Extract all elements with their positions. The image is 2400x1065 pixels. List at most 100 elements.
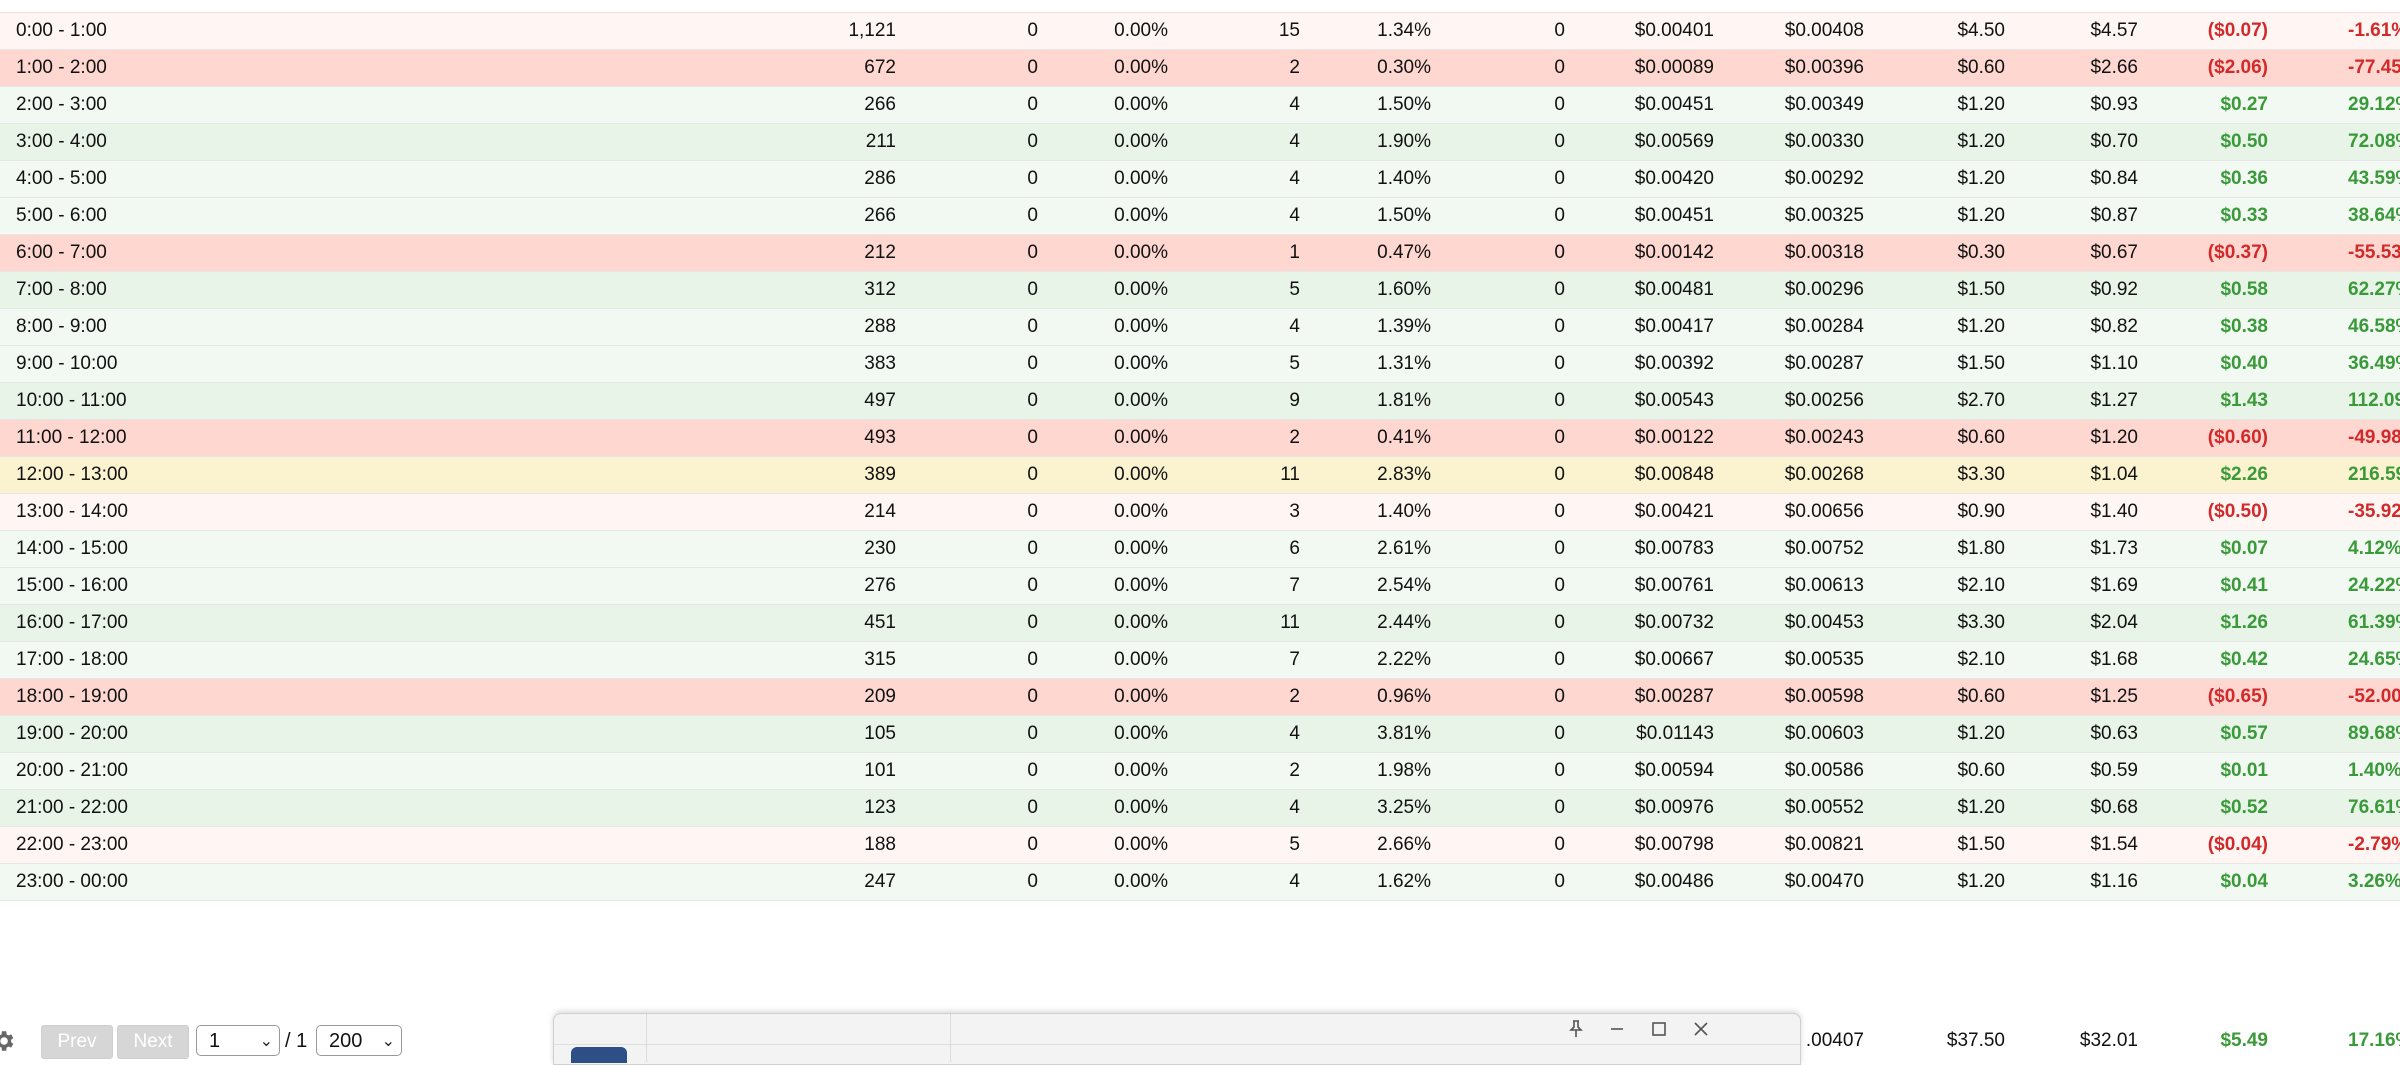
cpc-cell: $0.00408 [1784,20,1864,41]
per-page-select[interactable]: 200 ⌄ [316,1025,402,1056]
revenue-cell: $0.90 [1957,501,2005,522]
revenue-cell: $1.50 [1957,353,2005,374]
epc-cell: $0.00089 [1634,57,1714,78]
table-row[interactable]: 0:00 - 1:00 1,121 0 0.00% 15 1.34% 0 $0.00401 $0… [0,13,2400,50]
cost-cell: $1.54 [2090,834,2138,855]
conversion-rate-cell: 0.00% [1114,575,1168,596]
prev-page-button[interactable]: Prev [41,1025,113,1059]
table-row[interactable]: 5:00 - 6:00 266 0 0.00% 4 1.50% 0 $0.00451 $0.00… [0,198,2400,235]
page-select[interactable]: 1 ⌄ [196,1025,280,1056]
visits-cell: 105 [864,723,896,744]
maximize-icon[interactable] [1647,1017,1671,1041]
cpc-cell: $0.00552 [1784,797,1864,818]
table-row[interactable]: 22:00 - 23:00 188 0 0.00% 5 2.66% 0 $0.00798 $0.… [0,827,2400,864]
table-row[interactable]: 21:00 - 22:00 123 0 0.00% 4 3.25% 0 $0.00976 $0.… [0,790,2400,827]
time-cell: 18:00 - 19:00 [16,686,128,707]
total-cpc: .00407 [1805,1030,1864,1051]
conversion-rate-cell: 0.00% [1114,353,1168,374]
epc-cell: $0.01143 [1636,723,1714,744]
epc-cell: $0.00392 [1634,353,1714,374]
close-icon[interactable] [1689,1017,1713,1041]
count-cell: 0 [1554,464,1565,485]
roi-cell: 43.59% [2348,168,2400,189]
conversions-cell: 0 [1027,316,1038,337]
epc-cell: $0.00417 [1634,316,1714,337]
revenue-cell: $1.80 [1957,538,2005,559]
table-row[interactable]: 8:00 - 9:00 288 0 0.00% 4 1.39% 0 $0.00417 $0.00… [0,309,2400,346]
table-row[interactable]: 13:00 - 14:00 214 0 0.00% 3 1.40% 0 $0.00421 $0.… [0,494,2400,531]
revenue-cell: $2.10 [1957,649,2005,670]
table-row[interactable]: 6:00 - 7:00 212 0 0.00% 1 0.47% 0 $0.00142 $0.00… [0,235,2400,272]
profit-cell: $0.36 [2220,168,2268,189]
table-row[interactable]: 23:00 - 00:00 247 0 0.00% 4 1.62% 0 $0.00486 $0.… [0,864,2400,901]
table-row[interactable]: 2:00 - 3:00 266 0 0.00% 4 1.50% 0 $0.00451 $0.00… [0,87,2400,124]
table-row[interactable]: 14:00 - 15:00 230 0 0.00% 6 2.61% 0 $0.00783 $0.… [0,531,2400,568]
table-row[interactable]: 11:00 - 12:00 493 0 0.00% 2 0.41% 0 $0.00122 $0.… [0,420,2400,457]
cpc-cell: $0.00268 [1784,464,1864,485]
time-cell: 3:00 - 4:00 [16,131,107,152]
revenue-cell: $0.60 [1957,427,2005,448]
total-profit: $5.49 [2220,1030,2268,1051]
taskbar-window-preview[interactable] [553,1013,1801,1065]
app-thumbnail[interactable] [571,1047,627,1063]
ctr-cell: 1.50% [1377,94,1431,115]
count-cell: 0 [1554,205,1565,226]
time-cell: 17:00 - 18:00 [16,649,128,670]
table-row[interactable]: 16:00 - 17:00 451 0 0.00% 11 2.44% 0 $0.00732 $0… [0,605,2400,642]
table-row[interactable]: 9:00 - 10:00 383 0 0.00% 5 1.31% 0 $0.00392 $0.0… [0,346,2400,383]
cost-cell: $2.04 [2090,612,2138,633]
conversion-rate-cell: 0.00% [1114,797,1168,818]
table-row[interactable]: 1:00 - 2:00 672 0 0.00% 2 0.30% 0 $0.00089 $0.00… [0,50,2400,87]
gear-icon[interactable] [0,1028,16,1054]
clicks-cell: 6 [1289,538,1300,559]
visits-cell: 214 [864,501,896,522]
table-row[interactable]: 12:00 - 13:00 389 0 0.00% 11 2.83% 0 $0.00848 $0… [0,457,2400,494]
clicks-cell: 4 [1289,168,1300,189]
conversions-cell: 0 [1027,20,1038,41]
profit-cell: $0.27 [2220,94,2268,115]
cost-cell: $0.70 [2090,131,2138,152]
visits-cell: 101 [864,760,896,781]
conversion-rate-cell: 0.00% [1114,168,1168,189]
clicks-cell: 11 [1280,464,1300,485]
conversion-rate-cell: 0.00% [1114,686,1168,707]
table-row[interactable]: 3:00 - 4:00 211 0 0.00% 4 1.90% 0 $0.00569 $0.00… [0,124,2400,161]
roi-cell: 89.68% [2348,723,2400,744]
conversion-rate-cell: 0.00% [1114,316,1168,337]
table-row[interactable]: 17:00 - 18:00 315 0 0.00% 7 2.22% 0 $0.00667 $0.… [0,642,2400,679]
table-row[interactable]: 4:00 - 5:00 286 0 0.00% 4 1.40% 0 $0.00420 $0.00… [0,161,2400,198]
conversions-cell: 0 [1027,575,1038,596]
roi-cell: -1.61% [2348,20,2400,41]
epc-cell: $0.00761 [1634,575,1714,596]
roi-cell: 46.58% [2348,316,2400,337]
profit-cell: $1.43 [2220,390,2268,411]
conversions-cell: 0 [1027,723,1038,744]
roi-cell: 29.12% [2348,94,2400,115]
table-row[interactable]: 7:00 - 8:00 312 0 0.00% 5 1.60% 0 $0.00481 $0.00… [0,272,2400,309]
table-row[interactable]: 15:00 - 16:00 276 0 0.00% 7 2.54% 0 $0.00761 $0.… [0,568,2400,605]
epc-cell: $0.00122 [1634,427,1714,448]
table-row[interactable]: 20:00 - 21:00 101 0 0.00% 2 1.98% 0 $0.00594 $0.… [0,753,2400,790]
profit-cell: $0.42 [2220,649,2268,670]
minimize-icon[interactable] [1605,1017,1629,1041]
cpc-cell: $0.00256 [1784,390,1864,411]
visits-cell: 211 [865,131,896,152]
revenue-cell: $1.20 [1957,723,2005,744]
clicks-cell: 2 [1289,427,1300,448]
table-row[interactable]: 10:00 - 11:00 497 0 0.00% 9 1.81% 0 $0.00543 $0.… [0,383,2400,420]
visits-cell: 209 [864,686,896,707]
ctr-cell: 2.66% [1377,834,1431,855]
table-row[interactable]: 18:00 - 19:00 209 0 0.00% 2 0.96% 0 $0.00287 $0.… [0,679,2400,716]
roi-cell: 24.22% [2348,575,2400,596]
cost-cell: $0.68 [2090,797,2138,818]
table-row[interactable]: 19:00 - 20:00 105 0 0.00% 4 3.81% 0 $0.01143 $0.… [0,716,2400,753]
cpc-cell: $0.00396 [1784,57,1864,78]
next-page-button[interactable]: Next [117,1025,189,1059]
roi-cell: 24.65% [2348,649,2400,670]
visits-cell: 493 [864,427,896,448]
visits-cell: 123 [864,797,896,818]
profit-cell: ($0.50) [2207,501,2268,522]
ctr-cell: 1.40% [1377,501,1431,522]
revenue-cell: $0.60 [1957,686,2005,707]
pin-icon[interactable] [1564,1017,1588,1041]
